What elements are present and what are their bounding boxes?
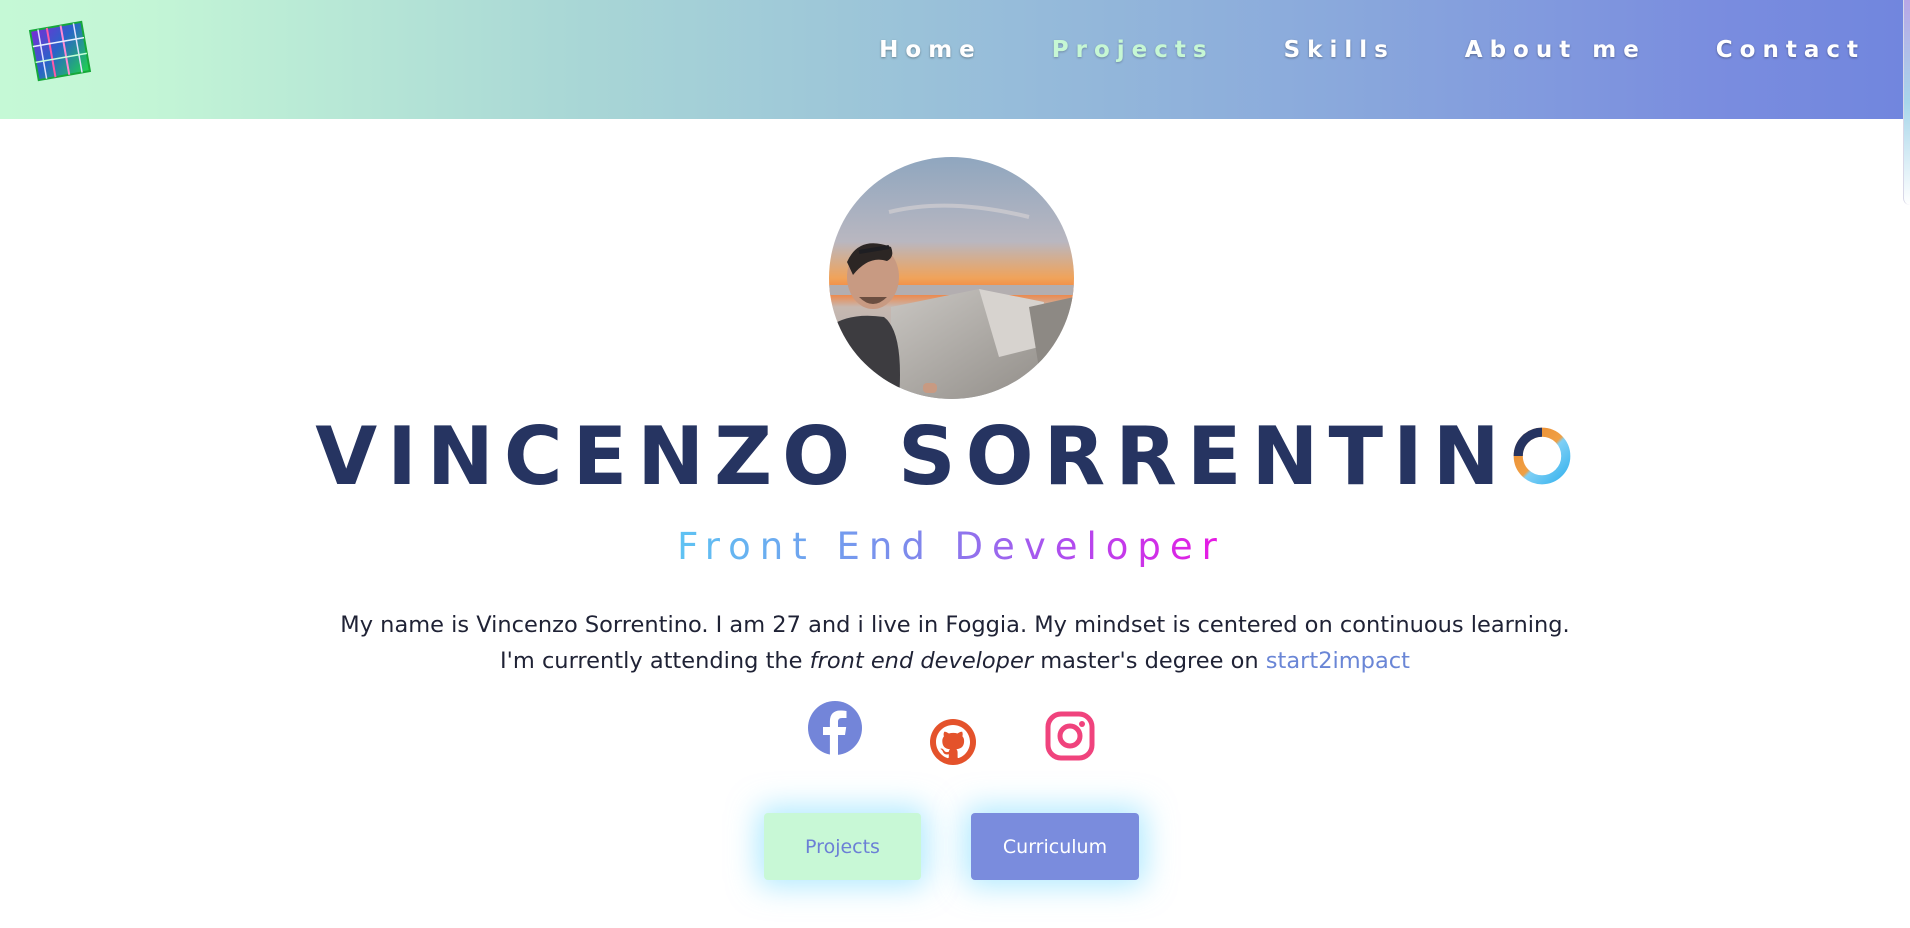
- facebook-icon: [808, 701, 862, 756]
- nav-about-me[interactable]: About me: [1465, 37, 1646, 63]
- main-nav: Home Projects Skills About me Contact: [879, 0, 1903, 100]
- page-title: VINCENZO SORRENTINO: [0, 402, 1903, 512]
- start2impact-link[interactable]: start2impact: [1266, 648, 1410, 674]
- nav-home[interactable]: Home: [879, 37, 982, 63]
- nav-skills[interactable]: Skills: [1284, 37, 1395, 63]
- nav-contact[interactable]: Contact: [1716, 37, 1865, 63]
- job-title: Front End Developer: [677, 519, 1226, 575]
- bio-line-2: I'm currently attending the front end de…: [0, 643, 1910, 679]
- projects-button[interactable]: Projects: [764, 813, 921, 880]
- bio-line-1: My name is Vincenzo Sorrentino. I am 27 …: [340, 612, 1570, 638]
- github-link[interactable]: [929, 718, 977, 766]
- facebook-link[interactable]: [807, 700, 863, 756]
- page: Home Projects Skills About me Contact VI…: [0, 0, 1910, 928]
- github-icon: [930, 719, 976, 765]
- subtitle-wrap: Front End Developer: [0, 519, 1903, 575]
- profile-photo: [829, 157, 1074, 399]
- navbar: Home Projects Skills About me Contact: [0, 0, 1903, 119]
- bio-line-2-prefix: I'm currently attending the: [500, 648, 810, 674]
- instagram-link[interactable]: [1045, 711, 1095, 761]
- bio: My name is Vincenzo Sorrentino. I am 27 …: [0, 607, 1910, 679]
- instagram-icon: [1045, 711, 1095, 761]
- nav-projects[interactable]: Projects: [1052, 37, 1214, 63]
- curriculum-button[interactable]: Curriculum: [971, 813, 1139, 880]
- bio-line-2-mid: master's degree on: [1033, 648, 1266, 674]
- logo-icon[interactable]: [28, 20, 92, 82]
- loading-ring-icon: [1513, 427, 1571, 485]
- name-last-letter: O: [1510, 402, 1588, 512]
- side-panel-edge[interactable]: [1903, 0, 1910, 205]
- name-text: VINCENZO SORRENTIN: [315, 410, 1510, 503]
- bio-course-name: front end developer: [809, 648, 1034, 674]
